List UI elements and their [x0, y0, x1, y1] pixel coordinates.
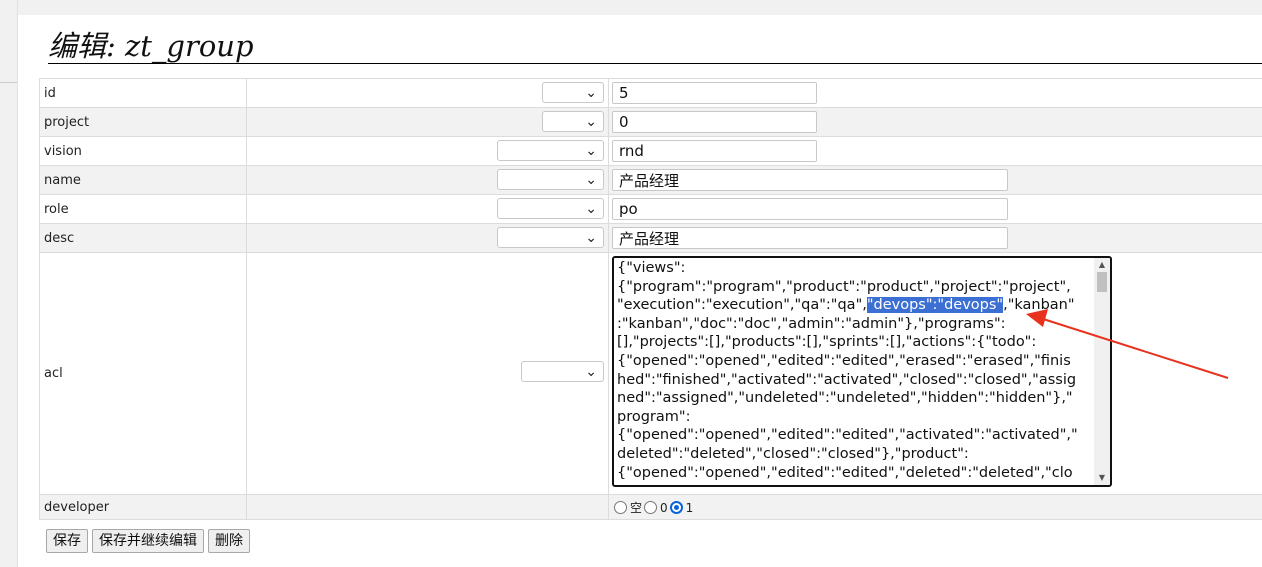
- edit-panel: 编辑: zt_group id ⌄ project ⌄ vision ⌄ nam…: [18, 15, 1262, 567]
- acl-line-part: "execution":"execution","qa":"qa",: [617, 297, 867, 314]
- chevron-down-icon: ⌄: [585, 85, 597, 101]
- id-input[interactable]: [612, 82, 817, 104]
- operator-select[interactable]: ⌄: [497, 227, 604, 248]
- radio-label-empty: 空: [630, 501, 643, 515]
- acl-line: deleted":"deleted","closed":"closed"},"p…: [617, 445, 969, 462]
- save-button[interactable]: 保存: [46, 529, 88, 553]
- field-label-name: name: [39, 165, 247, 195]
- chevron-down-icon: ⌄: [585, 364, 597, 380]
- field-label-desc: desc: [39, 223, 247, 253]
- field-label-id: id: [39, 78, 247, 108]
- acl-line: {"program":"program","product":"product"…: [617, 278, 1071, 295]
- vision-input[interactable]: [612, 140, 817, 162]
- acl-textarea[interactable]: {"views": {"program":"program","product":…: [612, 256, 1112, 487]
- table-row: acl ⌄ {"views": {"program":"program","pro…: [39, 252, 1262, 495]
- table-row: desc ⌄: [39, 223, 1262, 253]
- textarea-scrollbar[interactable]: ▲ ▼: [1094, 258, 1110, 485]
- form-actions: 保存 保存并继续编辑 删除: [46, 529, 250, 553]
- field-label-role: role: [39, 194, 247, 224]
- highlighted-devops: "devops":"devops": [866, 297, 1004, 314]
- fields-table: id ⌄ project ⌄ vision ⌄ name ⌄ role ⌄: [39, 78, 1262, 520]
- acl-line: [],"projects":[],"products":[],"sprints"…: [617, 334, 1037, 351]
- scroll-up-icon[interactable]: ▲: [1094, 258, 1110, 272]
- operator-select[interactable]: ⌄: [542, 111, 604, 132]
- table-row: name ⌄: [39, 165, 1262, 195]
- acl-line: {"views":: [617, 260, 686, 276]
- acl-line: {"opened":"opened","edited":"edited","er…: [617, 352, 1071, 369]
- acl-line: {"opened":"opened","edited":"edited","ac…: [617, 427, 1078, 444]
- table-row: developer 空 0 1: [39, 494, 1262, 520]
- operator-select[interactable]: ⌄: [542, 82, 604, 103]
- acl-line: ned":"assigned","undeleted":"undeleted",…: [617, 390, 1073, 407]
- radio-0[interactable]: [644, 501, 658, 514]
- developer-radio-group: 空 0 1: [612, 499, 693, 516]
- chevron-down-icon: ⌄: [585, 143, 597, 159]
- field-label-vision: vision: [39, 136, 247, 166]
- left-margin: [0, 0, 18, 567]
- chevron-down-icon: ⌄: [585, 172, 597, 188]
- field-label-project: project: [39, 107, 247, 137]
- field-label-developer: developer: [39, 494, 247, 520]
- role-input[interactable]: [612, 198, 1008, 220]
- table-row: role ⌄: [39, 194, 1262, 224]
- table-row: id ⌄: [39, 78, 1262, 108]
- project-input[interactable]: [612, 111, 817, 133]
- radio-1[interactable]: [669, 501, 683, 514]
- save-continue-button[interactable]: 保存并继续编辑: [92, 529, 204, 553]
- left-divider: [0, 82, 17, 83]
- table-row: project ⌄: [39, 107, 1262, 137]
- chevron-down-icon: ⌄: [585, 201, 597, 217]
- acl-line: hed":"finished","activated":"activated",…: [617, 371, 1077, 388]
- desc-input[interactable]: [612, 227, 1008, 249]
- acl-line: "execution":"execution","qa":"qa","devop…: [617, 296, 1093, 315]
- operator-select[interactable]: ⌄: [497, 140, 604, 161]
- acl-line: :"kanban","doc":"doc","admin":"admin"},"…: [617, 315, 1006, 332]
- name-input[interactable]: [612, 169, 1008, 191]
- radio-label-0: 0: [660, 500, 668, 515]
- chevron-down-icon: ⌄: [585, 230, 597, 246]
- chevron-down-icon: ⌄: [585, 114, 597, 130]
- scroll-down-icon[interactable]: ▼: [1094, 471, 1110, 485]
- acl-line: program":: [617, 408, 691, 425]
- operator-select[interactable]: ⌄: [497, 169, 604, 190]
- operator-select[interactable]: ⌄: [521, 361, 604, 382]
- acl-line-part: ,"kanban": [1003, 297, 1075, 314]
- field-label-acl: acl: [39, 252, 247, 495]
- operator-select[interactable]: ⌄: [497, 198, 604, 219]
- page-title: 编辑: zt_group: [48, 29, 254, 63]
- acl-line: {"opened":"opened","edited":"edited","de…: [617, 464, 1073, 481]
- acl-json-text: {"views": {"program":"program","product":…: [617, 259, 1093, 482]
- delete-button[interactable]: 删除: [208, 529, 250, 553]
- table-row: vision ⌄: [39, 136, 1262, 166]
- scroll-thumb[interactable]: [1097, 272, 1107, 292]
- radio-label-1: 1: [685, 500, 694, 515]
- title-rule: [48, 63, 1262, 64]
- radio-empty[interactable]: [614, 501, 627, 514]
